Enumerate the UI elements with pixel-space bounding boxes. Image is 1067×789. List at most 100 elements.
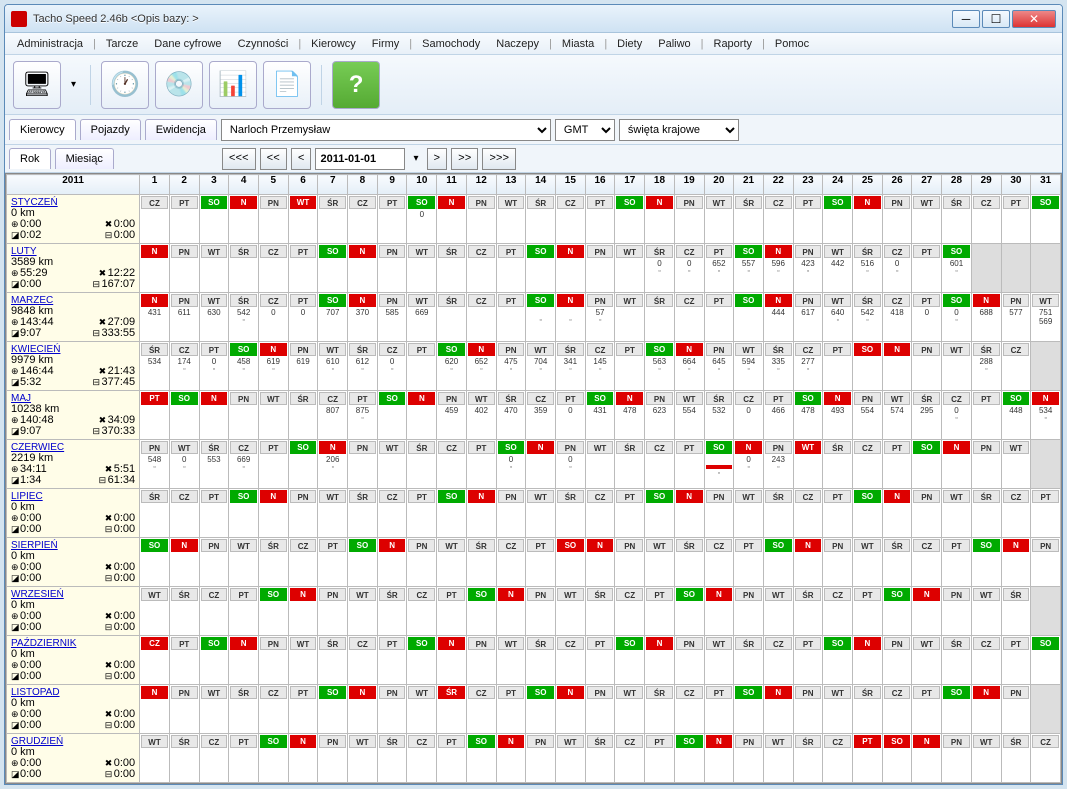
day-6-14[interactable]: N bbox=[526, 440, 556, 489]
day-10-24[interactable]: SO bbox=[823, 636, 853, 685]
day-6-30[interactable]: WT bbox=[1001, 440, 1031, 489]
day-2-5[interactable]: CZ bbox=[258, 244, 288, 293]
date-input[interactable] bbox=[315, 148, 405, 170]
day-10-17[interactable]: SO bbox=[615, 636, 645, 685]
day-12-24[interactable]: CZ bbox=[823, 734, 853, 783]
day-7-11[interactable]: SO bbox=[437, 489, 467, 538]
day-6-18[interactable]: CZ bbox=[645, 440, 675, 489]
day-1-18[interactable]: N bbox=[645, 195, 675, 244]
maximize-button[interactable]: ☐ bbox=[982, 10, 1010, 28]
day-9-30[interactable]: ŚR bbox=[1001, 587, 1031, 636]
day-7-13[interactable]: PN bbox=[496, 489, 526, 538]
day-9-20[interactable]: N bbox=[704, 587, 734, 636]
day-4-27[interactable]: PN bbox=[912, 342, 942, 391]
day-6-3[interactable]: ŚR553 bbox=[199, 440, 229, 489]
day-7-6[interactable]: PN bbox=[288, 489, 318, 538]
day-4-28[interactable]: WT bbox=[942, 342, 972, 391]
day-7-9[interactable]: CZ bbox=[377, 489, 407, 538]
day-7-10[interactable]: PT bbox=[407, 489, 437, 538]
day-2-22[interactable]: N596▫ bbox=[763, 244, 793, 293]
day-8-29[interactable]: SO bbox=[971, 538, 1001, 587]
day-4-4[interactable]: SO458▫ bbox=[229, 342, 259, 391]
day-5-21[interactable]: CZ0 bbox=[734, 391, 764, 440]
day-3-23[interactable]: PN617 bbox=[793, 293, 823, 342]
day-12-11[interactable]: PT bbox=[437, 734, 467, 783]
menu-czynności[interactable]: Czynności bbox=[230, 38, 297, 50]
holidays-select[interactable]: święta krajowe bbox=[619, 119, 739, 141]
day-12-20[interactable]: N bbox=[704, 734, 734, 783]
day-1-25[interactable]: N bbox=[853, 195, 883, 244]
day-2-15[interactable]: N bbox=[556, 244, 586, 293]
menu-tarcze[interactable]: Tarcze bbox=[98, 38, 146, 50]
day-12-1[interactable]: WT bbox=[140, 734, 170, 783]
day-10-29[interactable]: CZ bbox=[971, 636, 1001, 685]
day-5-18[interactable]: PN623 bbox=[645, 391, 675, 440]
tb-chart-icon[interactable]: 📊 bbox=[209, 61, 257, 109]
day-8-25[interactable]: WT bbox=[853, 538, 883, 587]
day-7-1[interactable]: ŚR bbox=[140, 489, 170, 538]
day-7-5[interactable]: N bbox=[258, 489, 288, 538]
day-11-9[interactable]: PN bbox=[377, 685, 407, 734]
day-3-8[interactable]: N370 bbox=[348, 293, 378, 342]
day-8-27[interactable]: CZ bbox=[912, 538, 942, 587]
day-9-26[interactable]: SO bbox=[882, 587, 912, 636]
day-9-1[interactable]: WT bbox=[140, 587, 170, 636]
day-11-6[interactable]: PT bbox=[288, 685, 318, 734]
day-5-11[interactable]: PN459 bbox=[437, 391, 467, 440]
day-8-1[interactable]: SO bbox=[140, 538, 170, 587]
day-8-10[interactable]: PN bbox=[407, 538, 437, 587]
menu-firmy[interactable]: Firmy bbox=[364, 38, 408, 50]
day-7-29[interactable]: ŚR bbox=[971, 489, 1001, 538]
day-12-17[interactable]: CZ bbox=[615, 734, 645, 783]
day-12-16[interactable]: ŚR bbox=[585, 734, 615, 783]
day-11-19[interactable]: CZ bbox=[674, 685, 704, 734]
day-12-14[interactable]: PN bbox=[526, 734, 556, 783]
day-12-30[interactable]: ŚR bbox=[1001, 734, 1031, 783]
day-12-12[interactable]: SO bbox=[466, 734, 496, 783]
day-9-9[interactable]: ŚR bbox=[377, 587, 407, 636]
day-4-26[interactable]: N bbox=[882, 342, 912, 391]
day-3-5[interactable]: CZ0 bbox=[258, 293, 288, 342]
day-5-23[interactable]: SO478 bbox=[793, 391, 823, 440]
day-12-18[interactable]: PT bbox=[645, 734, 675, 783]
day-8-14[interactable]: PT bbox=[526, 538, 556, 587]
day-3-2[interactable]: PN611 bbox=[169, 293, 199, 342]
day-7-26[interactable]: N bbox=[882, 489, 912, 538]
day-7-16[interactable]: CZ bbox=[585, 489, 615, 538]
day-3-13[interactable]: PT bbox=[496, 293, 526, 342]
day-1-22[interactable]: CZ bbox=[763, 195, 793, 244]
day-10-2[interactable]: PT bbox=[169, 636, 199, 685]
day-1-27[interactable]: WT bbox=[912, 195, 942, 244]
day-10-21[interactable]: ŚR bbox=[734, 636, 764, 685]
day-10-4[interactable]: N bbox=[229, 636, 259, 685]
day-6-11[interactable]: CZ bbox=[437, 440, 467, 489]
day-4-7[interactable]: WT610▫ bbox=[318, 342, 348, 391]
day-11-14[interactable]: SO bbox=[526, 685, 556, 734]
day-10-25[interactable]: N bbox=[853, 636, 883, 685]
day-9-12[interactable]: SO bbox=[466, 587, 496, 636]
day-8-18[interactable]: WT bbox=[645, 538, 675, 587]
day-11-29[interactable]: N bbox=[971, 685, 1001, 734]
day-2-10[interactable]: WT bbox=[407, 244, 437, 293]
day-11-11[interactable]: ŚR bbox=[437, 685, 467, 734]
day-1-29[interactable]: CZ bbox=[971, 195, 1001, 244]
day-11-26[interactable]: CZ bbox=[882, 685, 912, 734]
day-2-2[interactable]: PN bbox=[169, 244, 199, 293]
day-11-24[interactable]: WT bbox=[823, 685, 853, 734]
day-9-15[interactable]: WT bbox=[556, 587, 586, 636]
day-7-18[interactable]: SO bbox=[645, 489, 675, 538]
day-11-13[interactable]: PT bbox=[496, 685, 526, 734]
day-12-29[interactable]: WT bbox=[971, 734, 1001, 783]
day-3-30[interactable]: PN577 bbox=[1001, 293, 1031, 342]
day-4-15[interactable]: ŚR341▫ bbox=[556, 342, 586, 391]
day-7-17[interactable]: PT bbox=[615, 489, 645, 538]
day-3-6[interactable]: PT0 bbox=[288, 293, 318, 342]
day-2-18[interactable]: ŚR0▫ bbox=[645, 244, 675, 293]
day-11-1[interactable]: N bbox=[140, 685, 170, 734]
day-6-19[interactable]: PT bbox=[674, 440, 704, 489]
day-11-3[interactable]: WT bbox=[199, 685, 229, 734]
day-9-24[interactable]: CZ bbox=[823, 587, 853, 636]
day-3-22[interactable]: N444 bbox=[763, 293, 793, 342]
day-7-31[interactable]: PT bbox=[1031, 489, 1061, 538]
driver-select[interactable]: Narloch Przemysław bbox=[221, 119, 551, 141]
